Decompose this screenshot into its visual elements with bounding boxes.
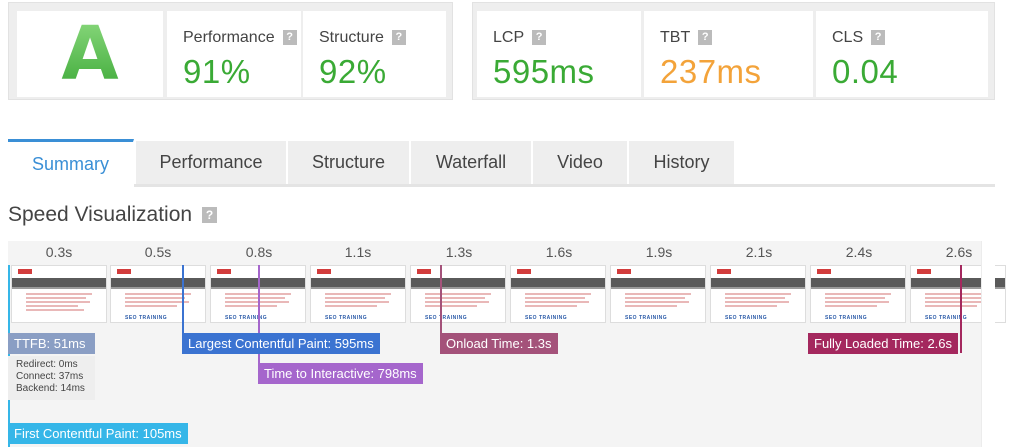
tab-video[interactable]: Video	[533, 141, 628, 184]
filmstrip: SEO TRAINING SEO TRAINING SEO TRAINING S…	[8, 265, 1006, 323]
time-label: 1.3s	[445, 244, 473, 260]
cls-value: 0.04	[832, 53, 899, 90]
tti-tag: Time to Interactive: 798ms	[258, 363, 423, 384]
tbt-value: 237ms	[660, 53, 762, 90]
filmstrip-frame[interactable]: SEO TRAINING	[610, 265, 706, 323]
lcp-metric: LCP? 595ms	[477, 11, 641, 97]
redirect-time: Redirect: 0ms	[16, 359, 78, 370]
speed-visualization: 0.3s 0.5s 0.8s 1.1s 1.3s 1.6s 1.9s 2.1s …	[8, 241, 1006, 447]
help-icon[interactable]: ?	[391, 30, 406, 45]
fully-loaded-marker-line	[960, 265, 962, 353]
filmstrip-frame[interactable]: SEO TRAINING	[410, 265, 506, 323]
fully-loaded-tag: Fully Loaded Time: 2.6s	[808, 333, 959, 354]
grade-letter: A	[61, 11, 119, 97]
time-label: 1.9s	[645, 244, 673, 260]
tab-performance[interactable]: Performance	[136, 141, 287, 184]
cls-metric: CLS? 0.04	[816, 11, 988, 97]
lcp-value: 595ms	[493, 53, 595, 90]
time-label: 0.8s	[245, 244, 273, 260]
filmstrip-frame[interactable]: SEO TRAINING	[110, 265, 206, 323]
tab-waterfall[interactable]: Waterfall	[411, 141, 532, 184]
frame-logo: SEO TRAINING	[425, 315, 468, 321]
filmstrip-frame[interactable]: SEO TRAINING	[710, 265, 806, 323]
cls-label: CLS	[832, 29, 864, 46]
section-title: Speed Visualization?	[8, 203, 218, 227]
help-icon[interactable]: ?	[532, 30, 547, 45]
frame-logo: SEO TRAINING	[725, 315, 768, 321]
time-label: 0.3s	[45, 244, 73, 260]
time-label: 2.6s	[945, 244, 973, 260]
fcp-tag: First Contentful Paint: 105ms	[8, 423, 188, 444]
frame-logo: SEO TRAINING	[625, 315, 668, 321]
onload-tag: Onload Time: 1.3s	[440, 333, 558, 354]
help-icon[interactable]: ?	[871, 30, 886, 45]
frame-logo: SEO TRAINING	[525, 315, 568, 321]
structure-label: Structure	[319, 29, 384, 46]
filmstrip-frame[interactable]	[11, 265, 107, 323]
scrollbar[interactable]	[981, 241, 995, 447]
backend-time: Backend: 14ms	[16, 383, 85, 394]
time-label: 0.5s	[144, 244, 172, 260]
frame-logo: SEO TRAINING	[325, 315, 368, 321]
help-icon[interactable]: ?	[698, 30, 713, 45]
filmstrip-frame[interactable]: SEO TRAINING	[810, 265, 906, 323]
connect-time: Connect: 37ms	[16, 371, 84, 382]
frame-logo: SEO TRAINING	[225, 315, 268, 321]
performance-score: Performance? 91%	[167, 11, 301, 97]
frame-logo: SEO TRAINING	[825, 315, 868, 321]
time-label: 2.4s	[845, 244, 873, 260]
filmstrip-frame[interactable]: SEO TRAINING	[510, 265, 606, 323]
tab-summary[interactable]: Summary	[8, 139, 134, 187]
frame-logo: SEO TRAINING	[125, 315, 168, 321]
time-label: 1.1s	[344, 244, 372, 260]
filmstrip-frame[interactable]: SEO TRAINING	[310, 265, 406, 323]
ttfb-breakdown: Redirect: 0ms Connect: 37ms Backend: 14m…	[8, 356, 95, 400]
time-label: 2.1s	[745, 244, 773, 260]
gtmetrix-grade-panel: A Performance? 91% Structure? 92%	[8, 2, 453, 100]
tbt-metric: TBT? 237ms	[644, 11, 813, 97]
tab-history[interactable]: History	[629, 141, 735, 184]
speed-visualization-title: Speed Visualization	[8, 203, 193, 226]
structure-value: 92%	[319, 53, 387, 90]
lcp-tag: Largest Contentful Paint: 595ms	[182, 333, 380, 354]
web-vitals-panel: LCP? 595ms TBT? 237ms CLS? 0.04	[472, 2, 995, 100]
tbt-label: TBT	[660, 29, 691, 46]
report-tabs: Summary Performance Structure Waterfall …	[8, 139, 995, 187]
tab-structure[interactable]: Structure	[288, 141, 410, 184]
structure-score: Structure? 92%	[303, 11, 446, 97]
performance-label: Performance	[183, 29, 275, 46]
ttfb-tag: TTFB: 51ms	[8, 333, 95, 354]
performance-value: 91%	[183, 53, 251, 90]
help-icon[interactable]: ?	[202, 207, 218, 223]
grade-letter-box: A	[17, 11, 163, 97]
time-label: 1.6s	[545, 244, 573, 260]
lcp-label: LCP	[493, 29, 525, 46]
timeline-labels: 0.3s 0.5s 0.8s 1.1s 1.3s 1.6s 1.9s 2.1s …	[8, 241, 995, 263]
help-icon[interactable]: ?	[282, 30, 297, 45]
